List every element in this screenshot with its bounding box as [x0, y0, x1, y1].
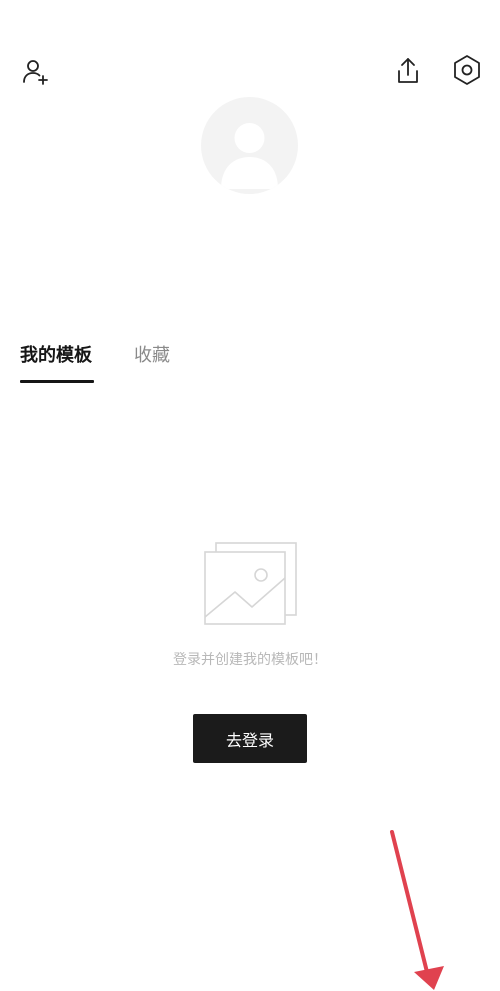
avatar[interactable]	[201, 97, 298, 194]
tab-my-templates[interactable]: 我的模板	[20, 343, 92, 369]
tab-favorites[interactable]: 收藏	[134, 343, 170, 369]
go-login-button[interactable]: 去登录	[193, 714, 307, 763]
settings-hexagon-icon	[454, 55, 480, 85]
settings-button[interactable]	[451, 54, 483, 86]
annotation-arrow	[390, 830, 444, 990]
empty-state-illustration	[202, 541, 300, 627]
active-tab-indicator	[20, 380, 94, 383]
image-placeholder-icon	[204, 542, 297, 625]
share-button[interactable]	[392, 55, 424, 87]
empty-state-message: 登录并创建我的模板吧！	[173, 652, 327, 668]
default-avatar-icon	[221, 123, 278, 189]
status-bar	[0, 0, 500, 4]
share-icon	[398, 58, 418, 83]
add-user-icon	[23, 60, 48, 85]
tab-bar: 我的模板 收藏	[20, 343, 480, 385]
add-friend-button[interactable]	[20, 56, 52, 88]
